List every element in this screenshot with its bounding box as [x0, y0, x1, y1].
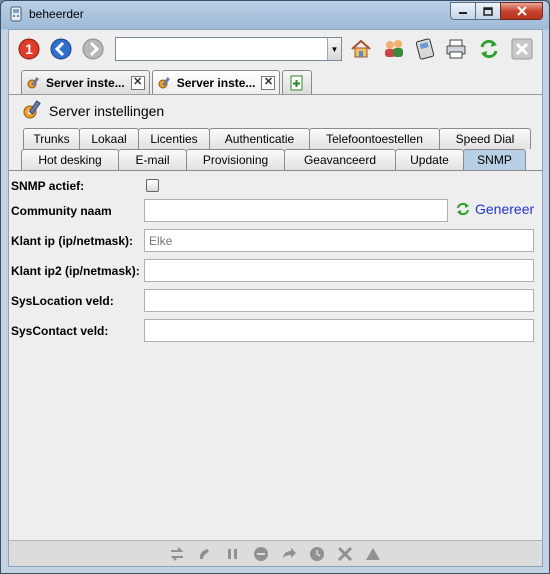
close-icon: [516, 6, 527, 16]
client-ip2-label: Klant ip2 (ip/netmask):: [11, 264, 140, 278]
home-icon[interactable]: [349, 37, 373, 61]
clock-icon[interactable]: [309, 546, 325, 562]
minimize-icon: [459, 12, 467, 14]
client-ip-input[interactable]: [144, 229, 534, 252]
phone-device-icon[interactable]: [414, 37, 438, 61]
community-name-input[interactable]: [144, 199, 448, 222]
client-ip2-input[interactable]: [144, 259, 534, 282]
tab-authenticatie[interactable]: Authenticatie: [209, 128, 310, 149]
address-combo[interactable]: ▼: [115, 37, 342, 61]
doc-tab-label: Server inste...: [46, 75, 125, 90]
close-icon[interactable]: [510, 37, 534, 61]
tab-lokaal[interactable]: Lokaal: [79, 128, 139, 149]
community-name-label: Community naam: [11, 204, 112, 218]
back-icon[interactable]: [49, 37, 73, 61]
settings-tabs-row-1: Trunks Lokaal Licenties Authenticatie Te…: [23, 128, 531, 149]
page-header: Server instellingen: [9, 94, 542, 124]
main-content: 1 ▼ Server inste... ✕ Server inste... ✕ …: [8, 29, 543, 567]
window-controls: [450, 2, 543, 20]
generate-button[interactable]: Genereer: [455, 201, 534, 217]
maximize-button[interactable]: [475, 2, 501, 20]
dropdown-button[interactable]: ▼: [327, 38, 341, 60]
tab-close-button[interactable]: ✕: [261, 75, 276, 90]
tab-telefoontoestellen[interactable]: Telefoontoestellen: [309, 128, 440, 149]
title-bar: beheerder: [1, 1, 549, 28]
new-tab-button[interactable]: [282, 70, 313, 94]
generate-label: Genereer: [475, 201, 535, 217]
mute-icon[interactable]: [337, 546, 353, 562]
maximize-icon: [483, 6, 493, 16]
settings-wrench-icon: [23, 100, 41, 119]
stop-icon[interactable]: [253, 546, 269, 562]
settings-tabs-row-2: Hot desking E-mail Provisioning Geavance…: [21, 149, 526, 170]
tab-trunks[interactable]: Trunks: [23, 128, 80, 149]
app-window: beheerder 1 ▼ Server inste... ✕ Server i…: [0, 0, 550, 574]
add-tab-icon: [290, 75, 303, 90]
close-icon: ✕: [133, 76, 143, 88]
minimize-button[interactable]: [450, 2, 476, 20]
window-title: beheerder: [29, 7, 84, 21]
handset-icon[interactable]: [197, 546, 213, 562]
svg-text:1: 1: [25, 41, 33, 57]
page-title: Server instellingen: [49, 103, 165, 119]
syscontact-label: SysContact veld:: [11, 324, 109, 338]
tab-snmp[interactable]: SNMP: [463, 149, 526, 170]
syslocation-input[interactable]: [144, 289, 534, 312]
hold-icon[interactable]: [225, 546, 241, 562]
transfer-icon[interactable]: [169, 546, 185, 562]
snmp-form: SNMP actief: Community naam Genereer Kla…: [9, 170, 542, 540]
snmp-active-checkbox[interactable]: [146, 179, 159, 192]
forward-icon[interactable]: [81, 37, 105, 61]
alert-icon[interactable]: 1: [17, 37, 41, 61]
tab-geavanceerd[interactable]: Geavanceerd: [284, 149, 396, 170]
tab-licenties[interactable]: Licenties: [138, 128, 210, 149]
settings-wrench-icon: [27, 76, 39, 88]
toolbar: 1 ▼: [9, 30, 542, 68]
tab-e-mail[interactable]: E-mail: [118, 149, 187, 170]
client-ip-label: Klant ip (ip/netmask):: [11, 234, 134, 248]
tab-close-button[interactable]: ✕: [130, 75, 145, 90]
tab-speed-dial[interactable]: Speed Dial: [439, 128, 531, 149]
tab-update[interactable]: Update: [395, 149, 464, 170]
address-input[interactable]: [119, 39, 319, 59]
users-icon[interactable]: [382, 37, 406, 61]
refresh-icon: [457, 202, 469, 216]
syslocation-label: SysLocation veld:: [11, 294, 114, 308]
close-icon: ✕: [263, 76, 274, 88]
snmp-active-label: SNMP actief:: [11, 179, 85, 193]
forward-call-icon[interactable]: [281, 546, 297, 562]
window-close-button[interactable]: [500, 2, 543, 20]
doc-tab-1[interactable]: Server inste... ✕: [21, 70, 150, 94]
chevron-down-icon: ▼: [330, 44, 339, 54]
doc-tab-label: Server inste...: [176, 75, 256, 90]
printer-icon[interactable]: [444, 37, 468, 61]
refresh-icon[interactable]: [477, 37, 501, 61]
tab-provisioning[interactable]: Provisioning: [186, 149, 285, 170]
syscontact-input[interactable]: [144, 319, 534, 342]
document-tabs: Server inste... ✕ Server inste... ✕: [21, 70, 314, 94]
warning-icon[interactable]: [365, 546, 381, 562]
status-bar: [9, 540, 542, 566]
app-icon: [10, 6, 22, 22]
settings-wrench-icon: [158, 76, 170, 88]
tab-hot-desking[interactable]: Hot desking: [21, 149, 119, 170]
doc-tab-2[interactable]: Server inste... ✕: [151, 70, 281, 94]
